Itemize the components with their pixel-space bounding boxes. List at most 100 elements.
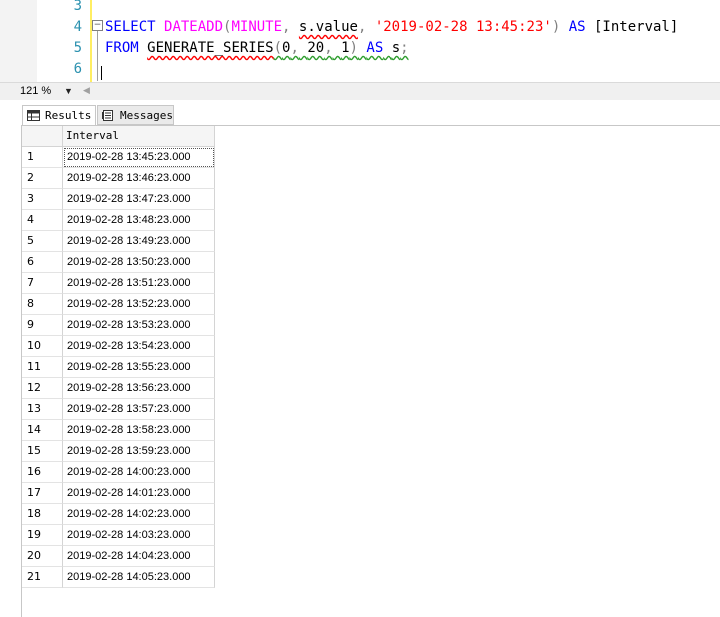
comma: , [357, 19, 367, 35]
table-row[interactable]: 18 2019-02-28 14:02:23.000 [22, 504, 215, 525]
row-number[interactable]: 1 [22, 147, 63, 168]
row-number[interactable]: 13 [22, 399, 63, 420]
code-line-5[interactable]: FROM GENERATE_SERIES(0, 20, 1) AS s; [105, 38, 409, 59]
table-row[interactable]: 17 2019-02-28 14:01:23.000 [22, 483, 215, 504]
row-number[interactable]: 16 [22, 462, 63, 483]
alias-interval: [Interval] [594, 19, 679, 35]
row-number[interactable]: 18 [22, 504, 63, 525]
tab-messages-label: Messages [120, 109, 173, 122]
interval-cell[interactable]: 2019-02-28 13:50:23.000 [63, 252, 215, 273]
row-number-label: 7 [27, 276, 34, 289]
table-row[interactable]: 15 2019-02-28 13:59:23.000 [22, 441, 215, 462]
interval-cell[interactable]: 2019-02-28 13:53:23.000 [63, 315, 215, 336]
interval-cell[interactable]: 2019-02-28 13:58:23.000 [63, 420, 215, 441]
semicolon: ; [400, 40, 409, 56]
row-number[interactable]: 9 [22, 315, 63, 336]
interval-value: 2019-02-28 13:48:23.000 [67, 214, 191, 226]
table-row[interactable]: 9 2019-02-28 13:53:23.000 [22, 315, 215, 336]
table-row[interactable]: 8 2019-02-28 13:52:23.000 [22, 294, 215, 315]
row-number-label: 13 [27, 402, 41, 415]
row-number-label: 21 [27, 570, 41, 583]
table-row[interactable]: 20 2019-02-28 14:04:23.000 [22, 546, 215, 567]
query-editor[interactable]: 3 4 5 6 − SELECT DATEADD(MINUTE, s.value… [0, 0, 720, 82]
table-row[interactable]: 12 2019-02-28 13:56:23.000 [22, 378, 215, 399]
row-number[interactable]: 8 [22, 294, 63, 315]
interval-cell[interactable]: 2019-02-28 13:49:23.000 [63, 231, 215, 252]
row-number[interactable]: 10 [22, 336, 63, 357]
row-number[interactable]: 4 [22, 210, 63, 231]
code-line-4[interactable]: SELECT DATEADD(MINUTE, s.value, '2019-02… [105, 17, 678, 38]
table-row[interactable]: 13 2019-02-28 13:57:23.000 [22, 399, 215, 420]
table-row[interactable]: 21 2019-02-28 14:05:23.000 [22, 567, 215, 588]
interval-value: 2019-02-28 14:03:23.000 [67, 529, 191, 541]
row-number-label: 16 [27, 465, 41, 478]
row-number[interactable]: 3 [22, 189, 63, 210]
row-number[interactable]: 21 [22, 567, 63, 588]
line-number: 3 [73, 0, 82, 14]
table-row[interactable]: 7 2019-02-28 13:51:23.000 [22, 273, 215, 294]
row-number[interactable]: 17 [22, 483, 63, 504]
comma: , [282, 19, 291, 35]
interval-cell[interactable]: 2019-02-28 13:54:23.000 [63, 336, 215, 357]
keyword-select: SELECT [105, 19, 156, 35]
row-number-label: 15 [27, 444, 41, 457]
interval-cell[interactable]: 2019-02-28 14:03:23.000 [63, 525, 215, 546]
row-number-label: 19 [27, 528, 41, 541]
table-row[interactable]: 6 2019-02-28 13:50:23.000 [22, 252, 215, 273]
interval-cell[interactable]: 2019-02-28 14:04:23.000 [63, 546, 215, 567]
table-row[interactable]: 2 2019-02-28 13:46:23.000 [22, 168, 215, 189]
row-number-label: 17 [27, 486, 41, 499]
table-row[interactable]: 5 2019-02-28 13:49:23.000 [22, 231, 215, 252]
interval-value: 2019-02-28 14:02:23.000 [67, 508, 191, 520]
row-number[interactable]: 6 [22, 252, 63, 273]
tab-messages[interactable]: Messages [97, 105, 174, 125]
interval-cell[interactable]: 2019-02-28 13:52:23.000 [63, 294, 215, 315]
paren: ) [349, 40, 358, 56]
row-number[interactable]: 11 [22, 357, 63, 378]
table-row[interactable]: 14 2019-02-28 13:58:23.000 [22, 420, 215, 441]
table-row[interactable]: 10 2019-02-28 13:54:23.000 [22, 336, 215, 357]
interval-cell[interactable]: 2019-02-28 14:02:23.000 [63, 504, 215, 525]
table-row[interactable]: 4 2019-02-28 13:48:23.000 [22, 210, 215, 231]
row-number[interactable]: 5 [22, 231, 63, 252]
interval-cell[interactable]: 2019-02-28 13:57:23.000 [63, 399, 215, 420]
interval-value: 2019-02-28 13:55:23.000 [67, 361, 191, 373]
row-number[interactable]: 19 [22, 525, 63, 546]
interval-cell[interactable]: 2019-02-28 13:55:23.000 [63, 357, 215, 378]
chevron-down-icon[interactable]: ▼ [64, 83, 73, 99]
change-tracking-bar [90, 0, 92, 82]
interval-cell[interactable]: 2019-02-28 14:05:23.000 [63, 567, 215, 588]
row-number[interactable]: 12 [22, 378, 63, 399]
interval-cell[interactable]: 2019-02-28 13:48:23.000 [63, 210, 215, 231]
interval-cell[interactable]: 2019-02-28 13:47:23.000 [63, 189, 215, 210]
table-row[interactable]: 19 2019-02-28 14:03:23.000 [22, 525, 215, 546]
interval-value: 2019-02-28 13:53:23.000 [67, 319, 191, 331]
collapse-icon[interactable]: − [92, 20, 103, 31]
interval-cell[interactable]: 2019-02-28 13:51:23.000 [63, 273, 215, 294]
select-all-corner[interactable] [22, 126, 63, 147]
table-row[interactable]: 16 2019-02-28 14:00:23.000 [22, 462, 215, 483]
interval-cell[interactable]: 2019-02-28 13:59:23.000 [63, 441, 215, 462]
row-number[interactable]: 15 [22, 441, 63, 462]
interval-cell[interactable]: 2019-02-28 14:01:23.000 [63, 483, 215, 504]
comma: , [324, 40, 333, 56]
row-number[interactable]: 20 [22, 546, 63, 567]
table-row[interactable]: 11 2019-02-28 13:55:23.000 [22, 357, 215, 378]
row-number[interactable]: 14 [22, 420, 63, 441]
interval-cell[interactable]: 2019-02-28 13:45:23.000 [63, 147, 215, 168]
scroll-left-icon[interactable]: ◀ [83, 83, 90, 99]
row-number[interactable]: 2 [22, 168, 63, 189]
row-number[interactable]: 7 [22, 273, 63, 294]
interval-cell[interactable]: 2019-02-28 13:56:23.000 [63, 378, 215, 399]
keyword-as: AS [568, 19, 586, 35]
results-grid[interactable]: Interval 1 2019-02-28 13:45:23.000 2 2019-0… [21, 125, 720, 617]
table-row[interactable]: 1 2019-02-28 13:45:23.000 [22, 147, 215, 168]
interval-cell[interactable]: 2019-02-28 14:00:23.000 [63, 462, 215, 483]
tab-results[interactable]: Results [22, 105, 96, 125]
interval-cell[interactable]: 2019-02-28 13:46:23.000 [63, 168, 215, 189]
row-number-label: 20 [27, 549, 41, 562]
zoom-dropdown[interactable]: 121 % ▼ [17, 83, 81, 99]
interval-value: 2019-02-28 13:49:23.000 [67, 235, 191, 247]
column-header-interval[interactable]: Interval [63, 126, 215, 147]
table-row[interactable]: 3 2019-02-28 13:47:23.000 [22, 189, 215, 210]
